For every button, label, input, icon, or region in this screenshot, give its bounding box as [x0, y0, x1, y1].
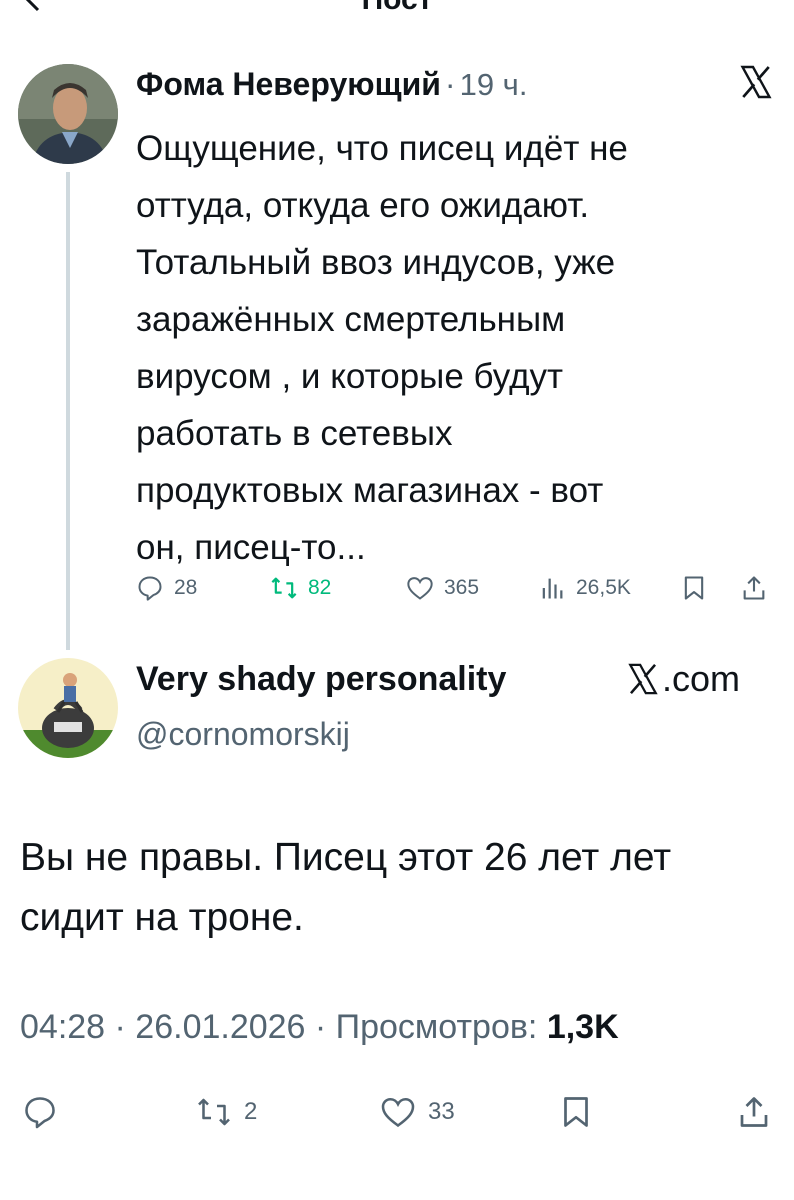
- avatar[interactable]: [18, 64, 118, 164]
- reply-button[interactable]: [22, 1088, 58, 1136]
- x-logo-icon: [628, 663, 658, 695]
- top-bar: Пост: [0, 0, 794, 20]
- author-name[interactable]: Фома Неверующий: [136, 66, 441, 102]
- quoted-post-actions: 28 82 365 26,5K: [136, 568, 776, 608]
- heart-icon: [407, 577, 433, 600]
- repost-button[interactable]: 82: [270, 568, 331, 608]
- page-title: Пост: [0, 0, 794, 18]
- reply-button[interactable]: 28: [136, 568, 197, 608]
- bookmark-button[interactable]: [680, 568, 708, 608]
- share-icon: [740, 1097, 768, 1127]
- thread-line: [66, 172, 70, 650]
- repost-icon: [271, 577, 297, 599]
- author-photo-icon: [18, 64, 118, 164]
- site-link[interactable]: .com: [626, 656, 740, 702]
- reply-handle[interactable]: @cornomorskij: [136, 712, 350, 756]
- heart-icon: [381, 1097, 415, 1128]
- reply-count: 28: [174, 576, 198, 599]
- share-icon: [743, 576, 765, 600]
- bookmark-icon: [684, 576, 704, 600]
- x-logo-icon: [740, 65, 772, 99]
- repost-count: 2: [244, 1098, 258, 1125]
- views-total: 1,3K: [546, 1008, 619, 1046]
- like-button[interactable]: 365: [406, 568, 479, 608]
- bookmark-button[interactable]: [558, 1088, 594, 1136]
- quoted-post-header: Фома Неверующий · 19 ч.: [136, 62, 776, 106]
- repost-icon: [198, 1098, 230, 1126]
- views-icon: [542, 578, 563, 599]
- repost-button[interactable]: 2: [196, 1088, 257, 1136]
- quoted-post-text: Ощущение, что писец идёт не оттуда, отку…: [136, 129, 628, 567]
- reply-author-name[interactable]: Very shady personality: [136, 656, 506, 702]
- reply-icon: [25, 1097, 55, 1129]
- views-count: 26,5K: [576, 576, 631, 599]
- kettlebell-avatar-icon: [18, 658, 118, 758]
- avatar[interactable]: [18, 658, 118, 758]
- reply-text: Вы не правы. Писец этот 26 лет лет сидит…: [20, 836, 672, 939]
- post-time[interactable]: 19 ч.: [460, 67, 528, 102]
- post-meta: 04:28 · 26.01.2026 · Просмотров: 1,3K: [20, 1004, 619, 1050]
- share-button[interactable]: [740, 568, 768, 608]
- views-button[interactable]: 26,5K: [538, 568, 631, 608]
- separator: ·: [444, 66, 456, 102]
- like-count: 33: [428, 1098, 455, 1125]
- post-timestamp[interactable]: 04:28 · 26.01.2026 · Просмотров:: [20, 1008, 547, 1046]
- site-label: .com: [662, 658, 741, 699]
- share-button[interactable]: [736, 1088, 772, 1136]
- like-count: 365: [444, 576, 480, 599]
- like-button[interactable]: 33: [380, 1088, 455, 1136]
- bookmark-icon: [564, 1097, 588, 1127]
- reply-icon: [138, 576, 162, 601]
- reply-actions: 2 33: [20, 1088, 780, 1136]
- repost-count: 82: [308, 576, 332, 599]
